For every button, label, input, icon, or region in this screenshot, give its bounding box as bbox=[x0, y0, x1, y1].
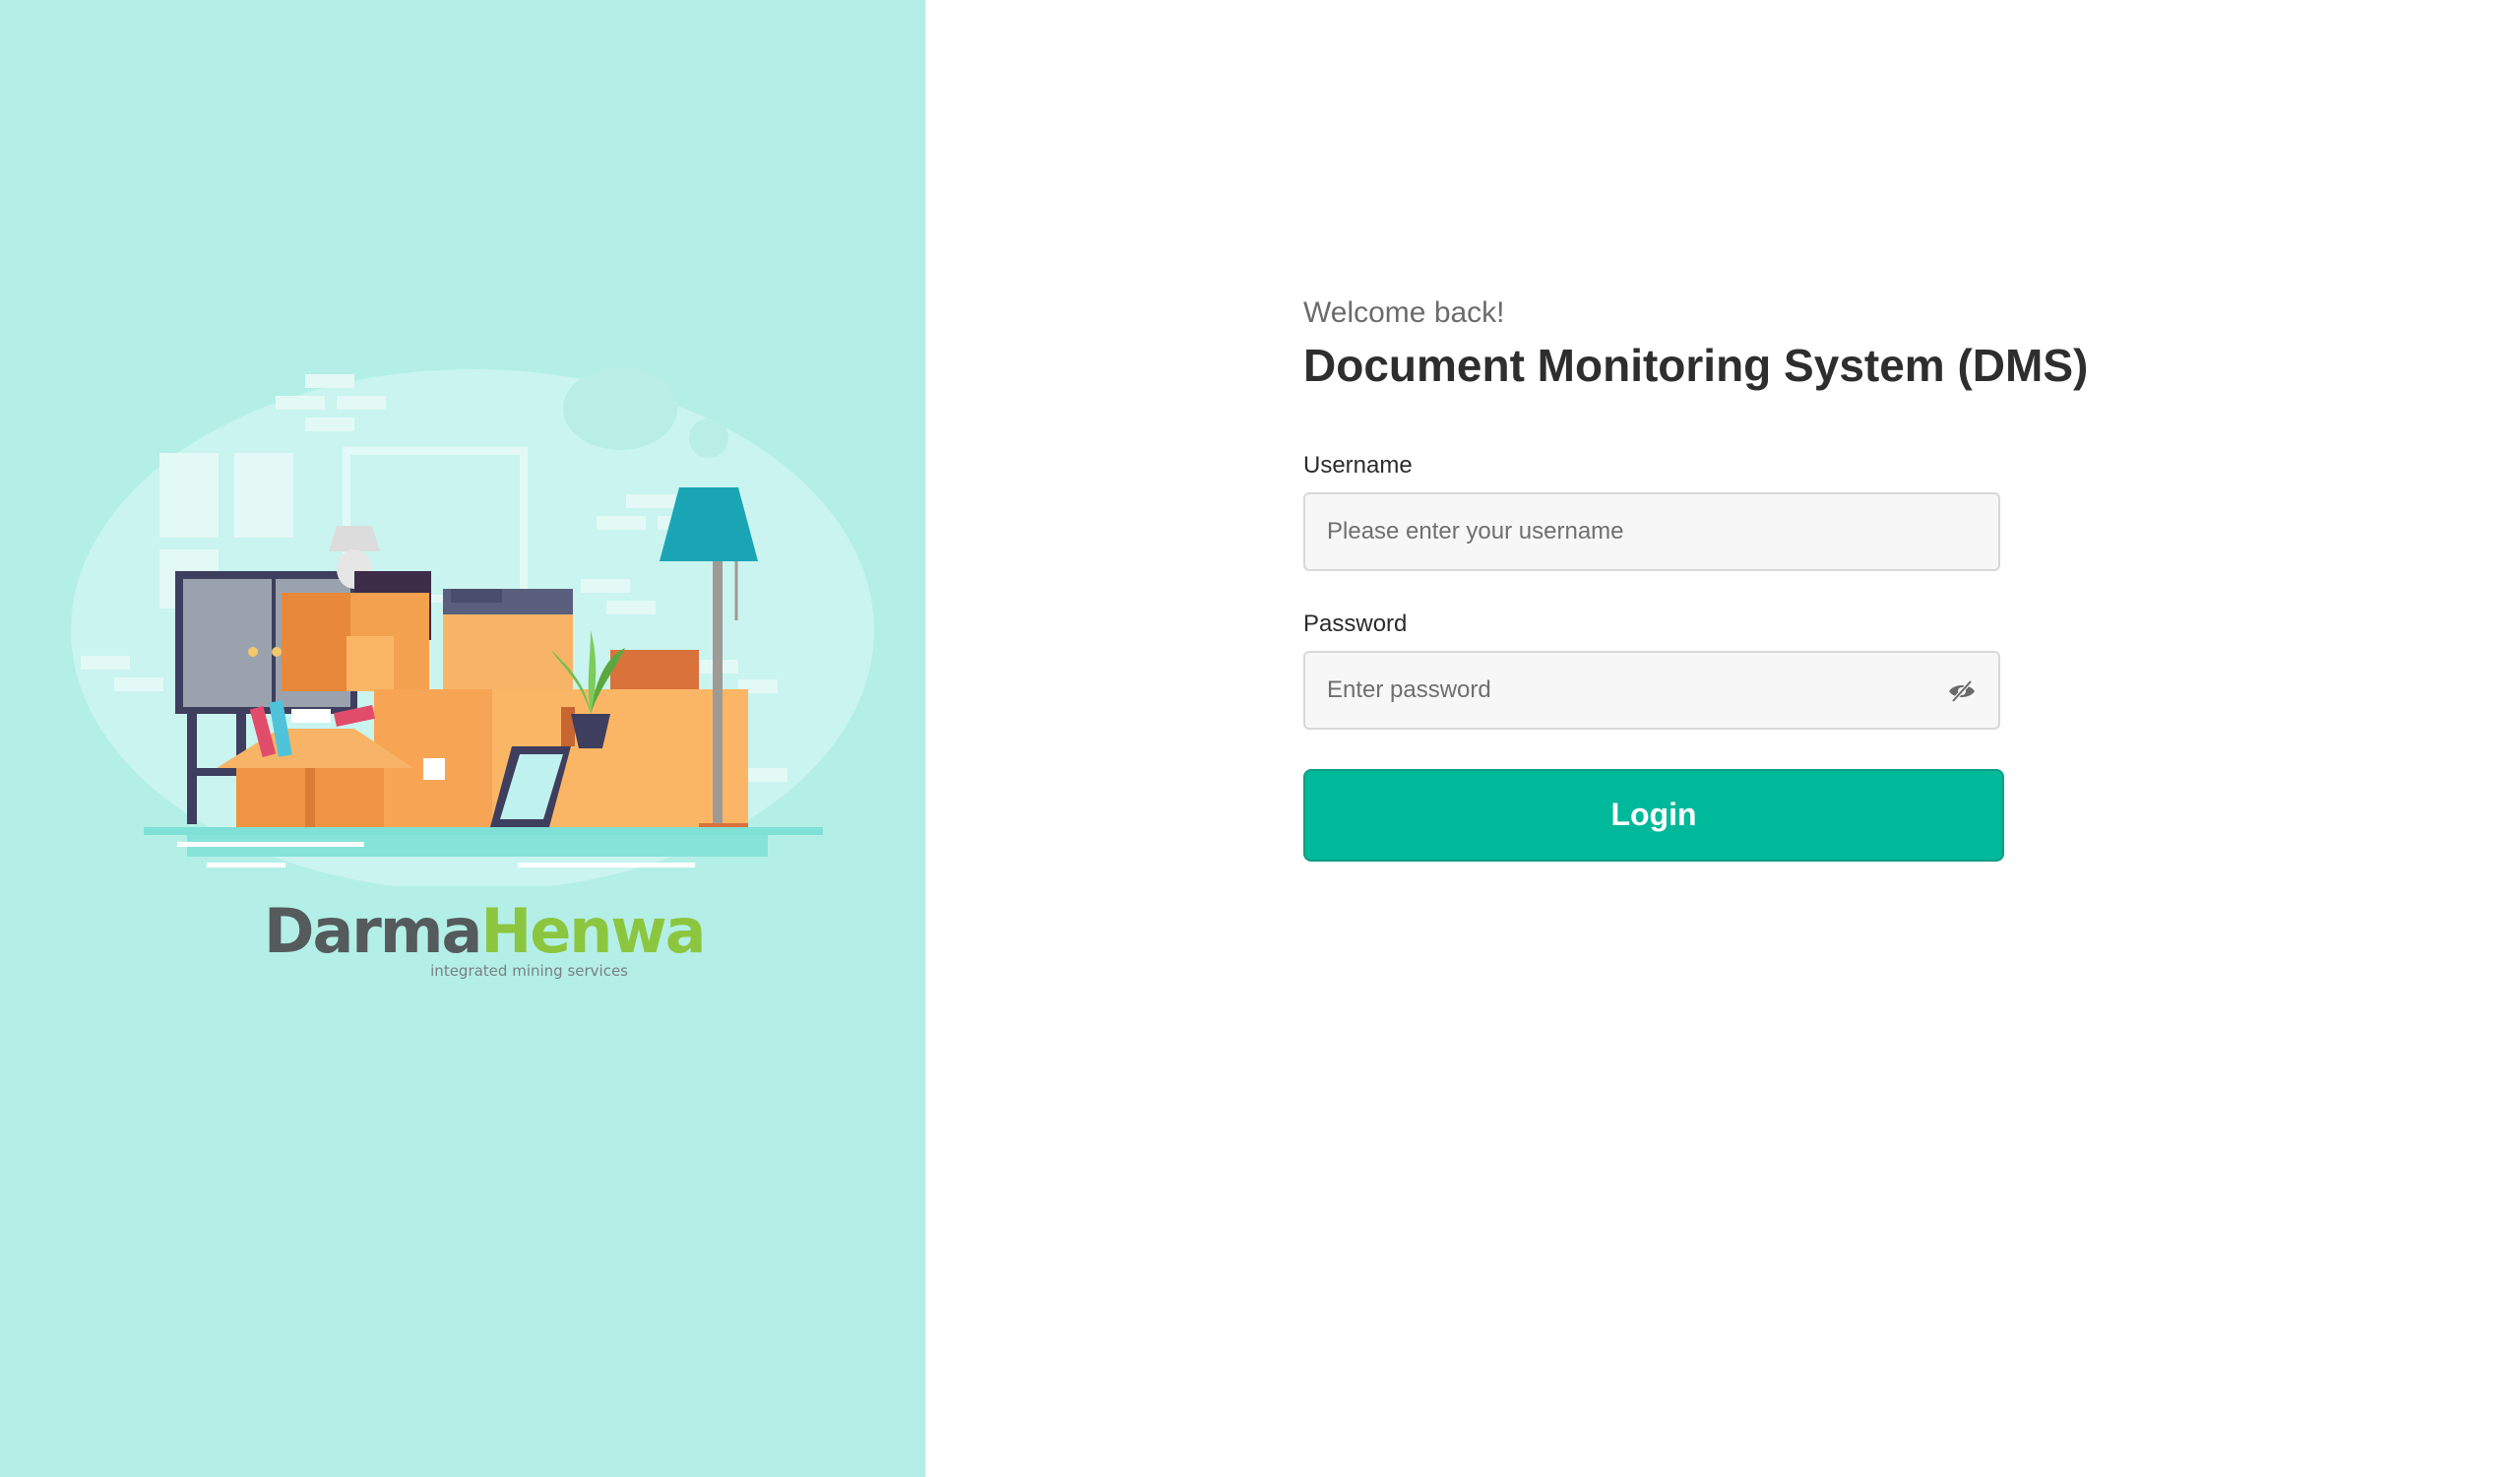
login-button[interactable]: Login bbox=[1303, 768, 2004, 862]
username-field-box bbox=[1303, 491, 2000, 571]
moving-boxes-illustration bbox=[71, 367, 874, 886]
darma-henwa-logo: DarmaHenwa integrated mining services bbox=[264, 901, 707, 981]
login-panel: Welcome back! Document Monitoring System… bbox=[925, 0, 2520, 1477]
password-label: Password bbox=[1303, 610, 1408, 637]
login-page: DarmaHenwa integrated mining services We… bbox=[0, 0, 2520, 1477]
logo-wordmark-green: Henwa bbox=[480, 895, 706, 967]
username-input[interactable] bbox=[1305, 493, 1998, 569]
login-form: Welcome back! Document Monitoring System… bbox=[1303, 295, 2089, 862]
eye-slash-icon[interactable] bbox=[1947, 678, 1977, 704]
logo-tagline: integrated mining services bbox=[430, 962, 628, 980]
brand-panel: DarmaHenwa integrated mining services bbox=[0, 0, 925, 1477]
password-field-box bbox=[1303, 650, 2000, 730]
page-title: Document Monitoring System (DMS) bbox=[1303, 340, 2089, 391]
logo-wordmark-dark: Darma bbox=[264, 895, 482, 967]
username-label: Username bbox=[1303, 452, 1413, 480]
welcome-text: Welcome back! bbox=[1303, 296, 1505, 329]
password-input[interactable] bbox=[1305, 652, 1998, 728]
